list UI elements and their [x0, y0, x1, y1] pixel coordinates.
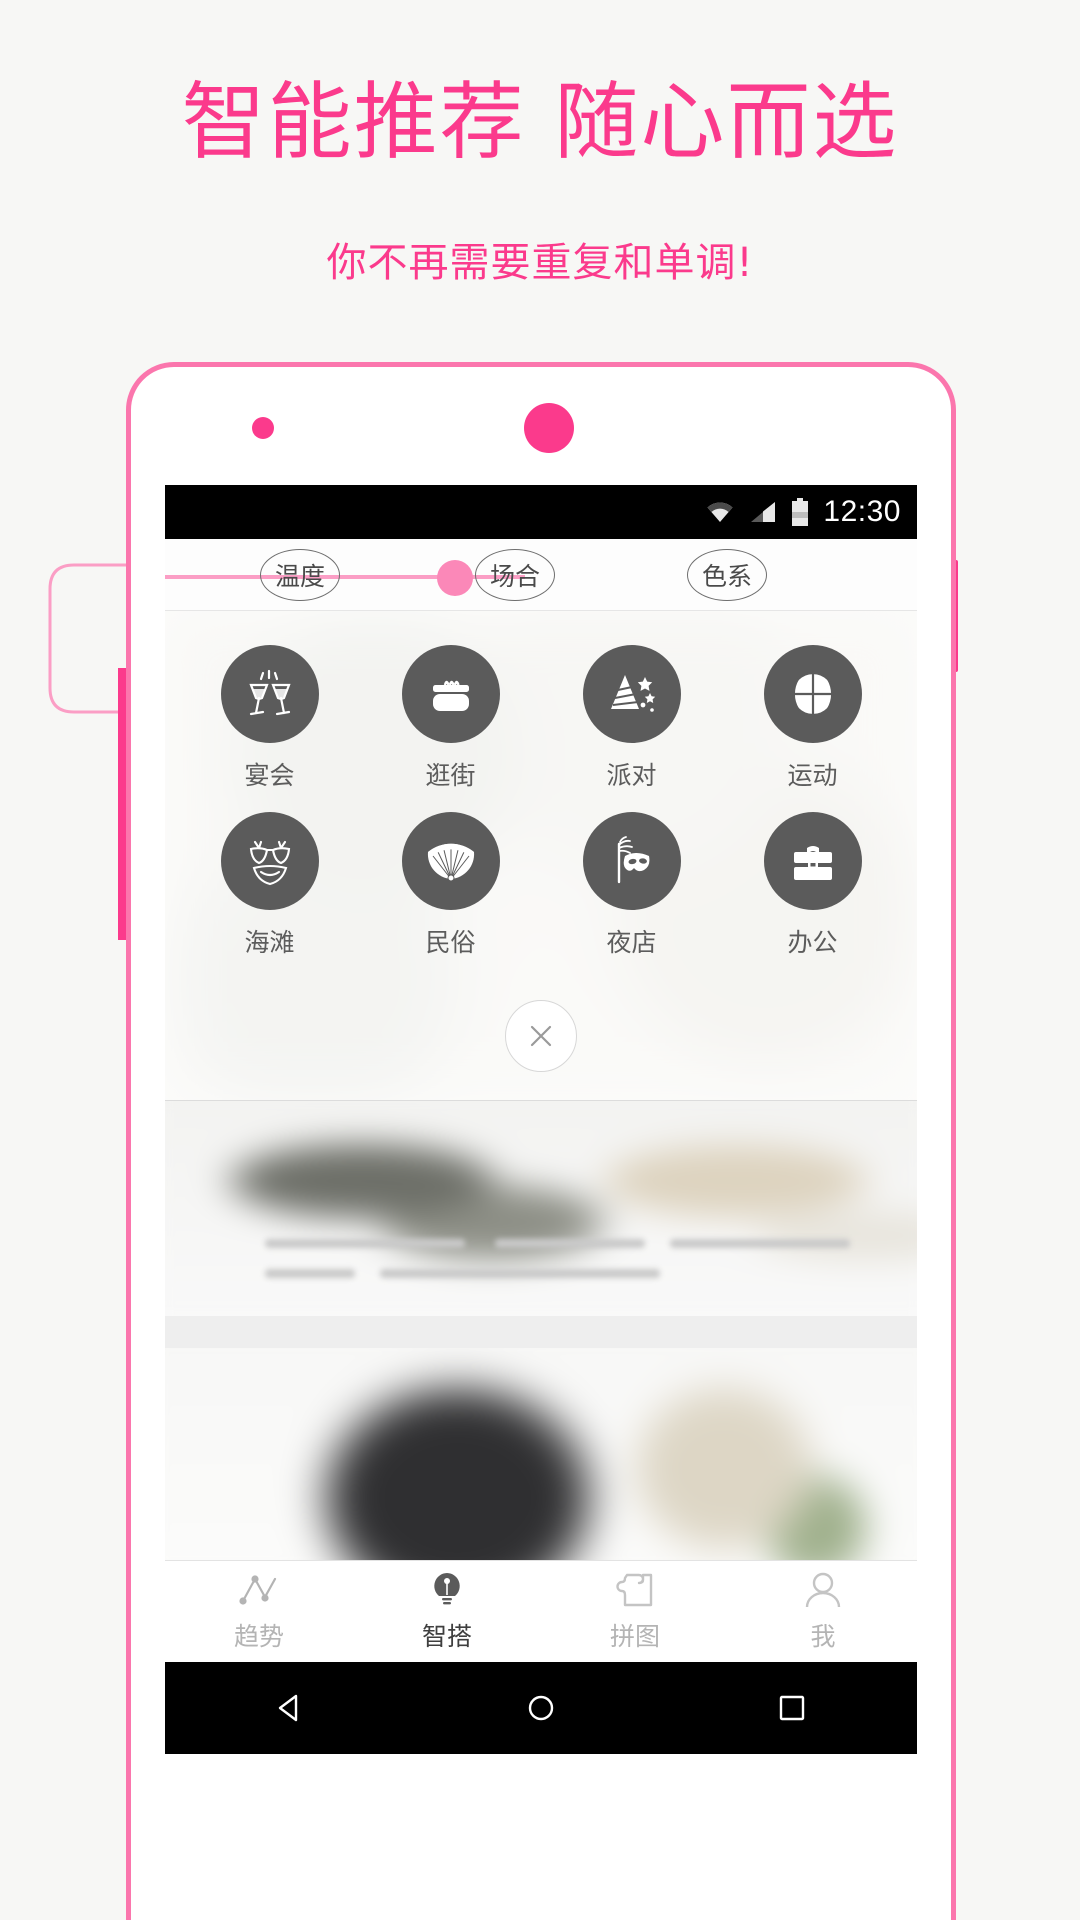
- tab-label: 趋势: [233, 1621, 284, 1651]
- tab-label: 拼图: [609, 1621, 660, 1651]
- tab-label: 智搭: [421, 1621, 472, 1651]
- status-bar: 12:30: [165, 485, 917, 539]
- occasion-label: 夜店: [606, 928, 657, 957]
- home-circle-icon[interactable]: [521, 1688, 561, 1728]
- card-separator: [165, 1316, 917, 1348]
- filter-bar: 温度 场合 色系: [165, 539, 917, 611]
- masquerade-mask-icon: [617, 836, 649, 884]
- outfit-image-blurred: [165, 1101, 917, 1316]
- lightbulb-icon: [434, 1572, 460, 1604]
- occasion-shopping[interactable]: 逛街: [360, 645, 541, 792]
- occasion-bubble: [763, 812, 862, 910]
- occasion-bubble: [220, 812, 319, 910]
- occasion-bubble: [401, 812, 500, 910]
- occasion-bubble: [401, 645, 500, 743]
- page-title: 智能推荐 随心而选: [181, 73, 899, 171]
- tab-collage[interactable]: 拼图: [541, 1571, 729, 1653]
- person-icon: [805, 1572, 841, 1607]
- puzzle-piece-icon: [616, 1573, 653, 1606]
- basketball-icon: [790, 671, 835, 717]
- outfit-caption-line: [670, 1239, 850, 1248]
- battery-icon: [792, 498, 809, 526]
- outfit-caption-line: [380, 1269, 660, 1278]
- close-icon: [530, 1025, 552, 1047]
- tab-me[interactable]: 我: [729, 1571, 917, 1653]
- page-subtitle: 你不再需要重复和单调!: [326, 240, 754, 286]
- occasion-party[interactable]: 派对: [541, 645, 722, 792]
- phone-camera-dot: [524, 403, 574, 453]
- cheers-glasses-icon: [248, 669, 291, 716]
- tab-trends[interactable]: 趋势: [165, 1571, 353, 1653]
- tab-label: 我: [810, 1621, 836, 1651]
- occasion-label: 海滩: [244, 928, 295, 957]
- occasion-bubble: [582, 645, 681, 743]
- outfit-caption-line: [265, 1269, 355, 1278]
- outfit-caption-line: [265, 1239, 465, 1248]
- clutch-bag-icon: [432, 680, 469, 711]
- tab-smart-match[interactable]: 智搭: [353, 1571, 541, 1653]
- trend-chart-icon: [239, 1574, 277, 1605]
- wifi-icon: [707, 502, 733, 522]
- filter-chip-occasion[interactable]: 场合: [475, 549, 555, 601]
- android-nav-bar: [165, 1662, 917, 1754]
- occasion-beach[interactable]: 海滩: [179, 812, 360, 959]
- occasion-label: 宴会: [244, 761, 295, 790]
- back-triangle-icon[interactable]: [270, 1688, 310, 1728]
- occasion-label: 逛街: [425, 761, 476, 790]
- party-hat-icon: [610, 675, 655, 712]
- phone-sensor-dot: [252, 417, 274, 439]
- occasion-banquet[interactable]: 宴会: [179, 645, 360, 792]
- recents-square-icon[interactable]: [772, 1688, 812, 1728]
- promo-screenshot: 智能推荐 随心而选 你不再需要重复和单调! 12:30 温度 场合 色系 宴会 …: [0, 0, 1080, 1920]
- phone-screen: 12:30 温度 场合 色系 宴会 逛街 派对 运动 海滩 民俗 夜店 办公 趋…: [165, 485, 917, 1855]
- occasion-grid: 宴会 逛街 派对 运动 海滩 民俗 夜店 办公: [165, 611, 917, 959]
- occasion-panel: 宴会 逛街 派对 运动 海滩 民俗 夜店 办公: [165, 611, 917, 1101]
- filter-connector-dot: [437, 560, 473, 596]
- bottom-tab-bar: 趋势 智搭 拼图 我: [165, 1560, 917, 1662]
- briefcase-icon: [793, 846, 832, 880]
- occasion-bubble: [220, 645, 319, 743]
- status-bar-clock: 12:30: [823, 495, 901, 528]
- occasion-office[interactable]: 办公: [722, 812, 903, 959]
- occasion-bubble: [582, 812, 681, 910]
- occasion-folk[interactable]: 民俗: [360, 812, 541, 959]
- bikini-icon: [249, 840, 290, 886]
- occasion-label: 办公: [787, 928, 838, 957]
- signal-icon: [751, 502, 776, 522]
- close-panel-button[interactable]: [505, 1000, 577, 1072]
- filter-chip-temperature[interactable]: 温度: [260, 549, 340, 601]
- filter-chip-label: 场合: [489, 562, 540, 591]
- outfit-card-bottom[interactable]: [165, 1348, 917, 1560]
- folding-fan-icon: [427, 843, 474, 882]
- outfit-caption-line: [495, 1239, 645, 1248]
- filter-chip-label: 温度: [274, 562, 325, 591]
- outfit-image-blurred: [165, 1348, 917, 1560]
- outfit-card-top[interactable]: [165, 1101, 917, 1316]
- occasion-nightclub[interactable]: 夜店: [541, 812, 722, 959]
- filter-chip-color[interactable]: 色系: [687, 549, 767, 601]
- occasion-label: 民俗: [425, 928, 476, 957]
- filter-chip-label: 色系: [701, 562, 752, 591]
- occasion-bubble: [763, 645, 862, 743]
- occasion-sports[interactable]: 运动: [722, 645, 903, 792]
- occasion-label: 派对: [606, 761, 657, 790]
- occasion-label: 运动: [787, 761, 838, 790]
